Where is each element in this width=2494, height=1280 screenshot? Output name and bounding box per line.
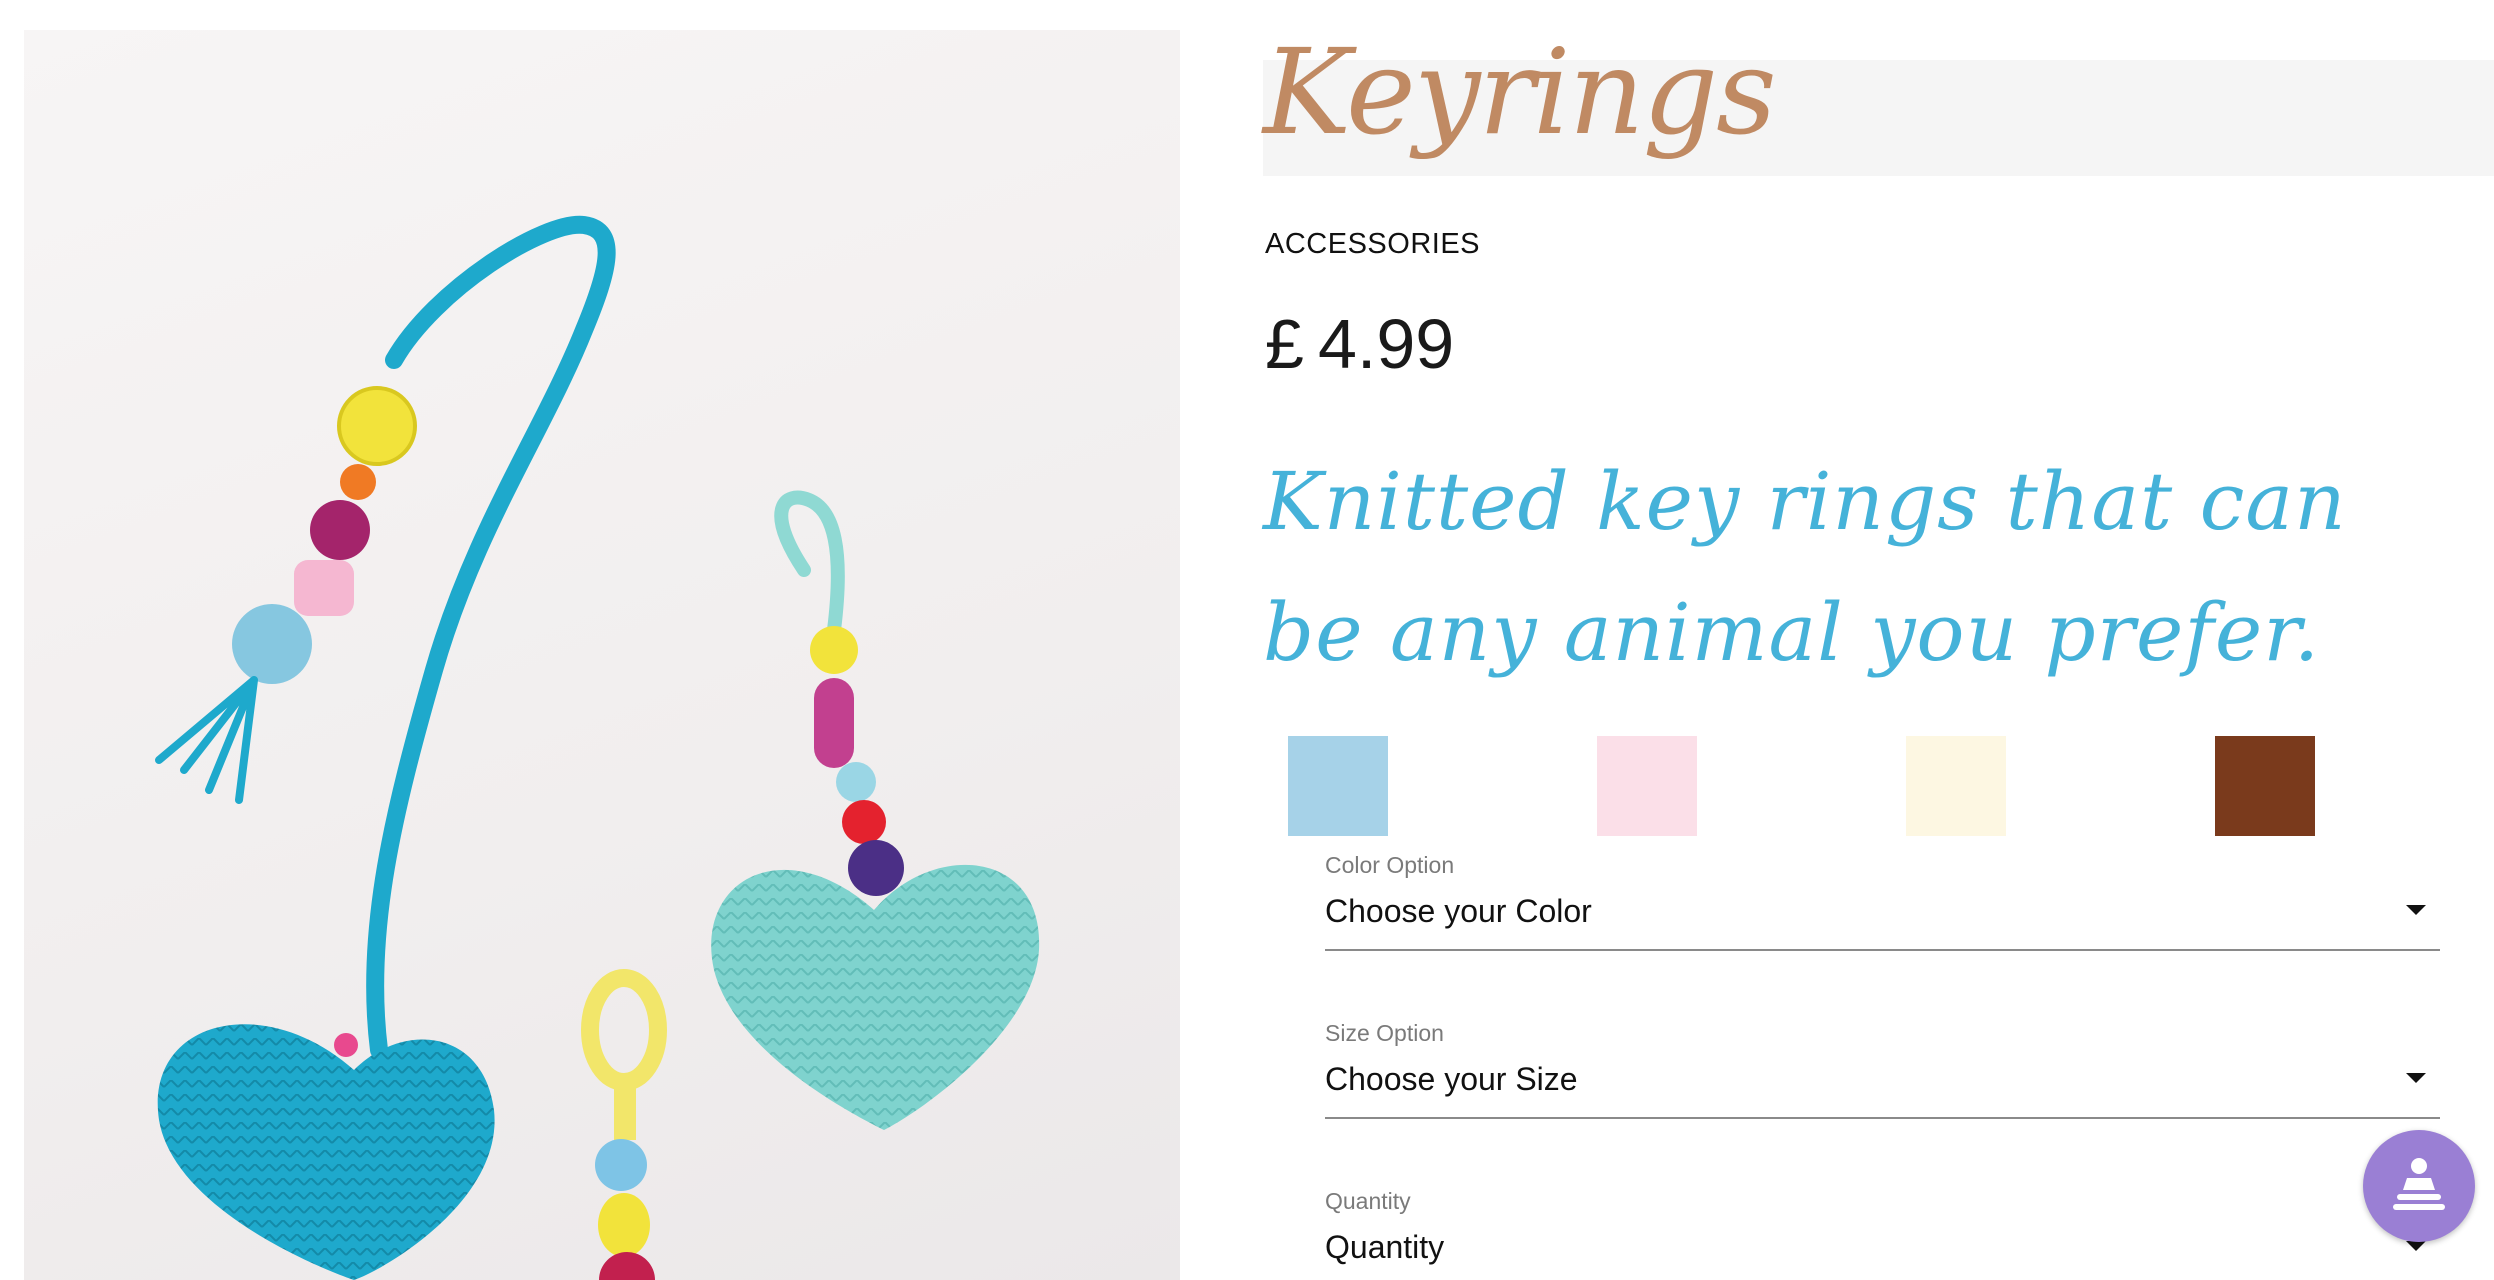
product-description: Knitted key rings that can be any animal… [1263, 455, 2347, 679]
quantity-label: Quantity [1325, 1188, 1411, 1214]
product-title: Keyrings [1263, 23, 1777, 161]
product-page: Keyrings ACCESSORIES £4.99 Knitted key r… [0, 0, 2494, 1280]
color-select[interactable]: Choose your Color [1325, 895, 2440, 951]
chevron-down-icon [2406, 905, 2426, 915]
size-option-field: Size Option Choose your Size [1325, 1020, 2440, 1119]
size-select[interactable]: Choose your Size [1325, 1063, 2440, 1119]
product-photo [24, 30, 1180, 1280]
swatch-cream[interactable] [1906, 736, 2006, 836]
help-fab-button[interactable] [2363, 1130, 2475, 1242]
quantity-select[interactable]: Quantity [1325, 1231, 2440, 1280]
swatch-brown[interactable] [2215, 736, 2315, 836]
swatch-pink[interactable] [1597, 736, 1697, 836]
chevron-down-icon [2406, 1073, 2426, 1083]
price-currency: £ [1265, 305, 1304, 383]
product-category[interactable]: ACCESSORIES [1265, 228, 1480, 261]
color-swatches [0, 736, 2494, 836]
knitted-heart-keyrings-photo [155, 215, 1040, 1280]
price-amount: 4.99 [1317, 305, 1455, 383]
help-person-icon [2393, 1158, 2445, 1210]
chevron-down-icon [2406, 1241, 2426, 1251]
color-option-field: Color Option Choose your Color [1325, 852, 2440, 951]
quantity-select-value: Quantity [1325, 1229, 1445, 1265]
size-option-label: Size Option [1325, 1020, 1444, 1046]
swatch-blue[interactable] [1288, 736, 1388, 836]
color-option-label: Color Option [1325, 852, 1455, 878]
size-select-value: Choose your Size [1325, 1061, 1578, 1097]
quantity-field: Quantity Quantity [1325, 1188, 2440, 1280]
product-price: £4.99 [1265, 304, 1454, 384]
color-select-value: Choose your Color [1325, 893, 1592, 929]
